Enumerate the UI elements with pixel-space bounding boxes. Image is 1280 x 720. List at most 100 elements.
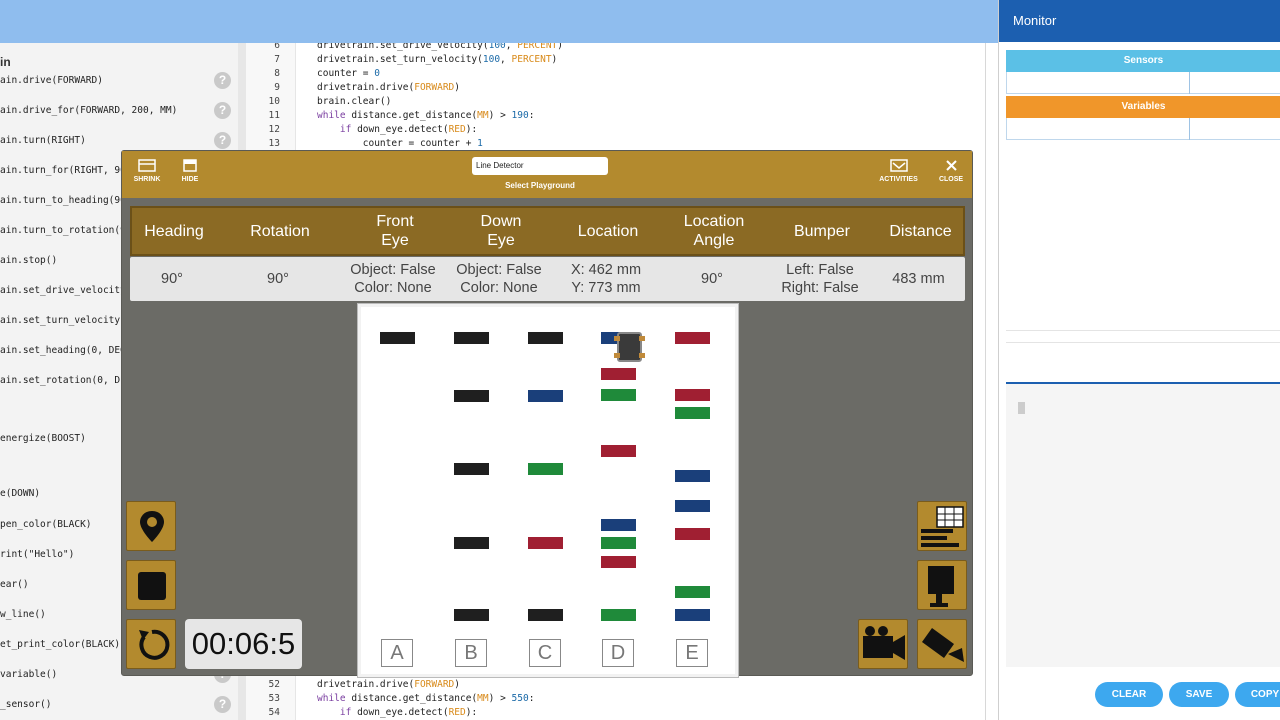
line-number: 52 <box>268 679 280 690</box>
palette-command[interactable]: rint("Hello") <box>0 549 74 560</box>
clear-button[interactable]: CLEAR <box>1095 682 1163 707</box>
camera-top-button[interactable] <box>917 560 967 610</box>
palette-command[interactable]: ain.set_drive_velocity( <box>0 285 132 296</box>
line-marker-red <box>675 332 710 344</box>
help-icon[interactable]: ? <box>214 132 231 149</box>
playground-window: SHRINK HIDE Line Detector Select Playgro… <box>121 150 973 677</box>
line-marker-blue <box>675 609 710 621</box>
line-marker-blue <box>601 519 636 531</box>
column-label: B <box>455 639 487 667</box>
palette-command[interactable]: energize(BOOST) <box>0 433 86 444</box>
palette-command[interactable]: ain.drive(FORWARD) <box>0 75 103 86</box>
code-line[interactable]: while distance.get_distance(MM) > 550: <box>317 693 534 704</box>
line-marker-red <box>601 556 636 568</box>
palette-command[interactable]: ain.turn_for(RIGHT, 90 <box>0 165 126 176</box>
palette-command[interactable]: et_print_color(BLACK) <box>0 639 120 650</box>
stop-button[interactable] <box>126 560 176 610</box>
pen-location-button[interactable] <box>126 501 176 551</box>
line-number: 54 <box>268 707 280 718</box>
code-line[interactable]: drivetrain.drive(FORWARD) <box>317 82 460 93</box>
help-icon[interactable]: ? <box>214 72 231 89</box>
camera-follow-button[interactable] <box>858 619 908 669</box>
shrink-icon <box>138 159 156 172</box>
sensor-header: Rotation <box>250 222 310 240</box>
palette-command[interactable]: ain.turn_to_heading(90 <box>0 195 126 206</box>
palette-command[interactable]: ain.turn_to_rotation(90 <box>0 225 132 236</box>
sensor-value: 90° <box>161 271 183 287</box>
hide-icon <box>183 159 197 172</box>
monitor-divider <box>1006 330 1280 331</box>
line-marker-red <box>528 537 563 549</box>
palette-command[interactable]: ain.drive_for(FORWARD, 200, MM) <box>0 105 177 116</box>
close-button[interactable]: CLOSE <box>936 159 966 183</box>
editor-ruler <box>985 43 986 720</box>
run-timer: 00:06:5 <box>185 619 302 669</box>
code-line[interactable]: if down_eye.detect(RED): <box>317 707 477 718</box>
line-number: 53 <box>268 693 280 704</box>
line-marker-black <box>454 463 489 475</box>
line-marker-black <box>454 390 489 402</box>
reset-button[interactable] <box>126 619 176 669</box>
code-line[interactable]: counter = 0 <box>317 68 380 79</box>
help-icon[interactable]: ? <box>214 102 231 119</box>
palette-command[interactable]: pen_color(BLACK) <box>0 519 92 530</box>
line-number: 13 <box>268 138 280 149</box>
palette-command[interactable]: w_line() <box>0 609 46 620</box>
hide-button[interactable]: HIDE <box>177 159 203 183</box>
palette-command[interactable]: e(DOWN) <box>0 488 40 499</box>
code-line[interactable]: drivetrain.set_drive_velocity(100, PERCE… <box>317 43 563 51</box>
sensor-value: X: 462 mm Y: 773 mm <box>570 262 642 296</box>
sensor-value-row: 90° 90° Object: False Color: None Object: Fa… <box>130 257 965 301</box>
line-marker-blue <box>675 470 710 482</box>
line-marker-black <box>528 609 563 621</box>
code-line[interactable]: while distance.get_distance(MM) > 190: <box>317 110 534 121</box>
robot-view-icon <box>928 566 954 607</box>
sensor-header: Down Eye <box>480 213 522 249</box>
line-number: 10 <box>268 96 280 107</box>
shrink-button[interactable]: SHRINK <box>132 159 162 183</box>
save-button[interactable]: SAVE <box>1169 682 1229 707</box>
palette-command[interactable]: ear() <box>0 579 29 590</box>
line-marker-black <box>454 609 489 621</box>
sensor-header-row: Heading Rotation Front Eye Down Eye Location Lo… <box>130 206 965 256</box>
variables-section-header[interactable]: Variables <box>1006 96 1280 118</box>
sensors-section-header[interactable]: Sensors <box>1006 50 1280 72</box>
palette-command[interactable]: ain.set_heading(0, DEG <box>0 345 126 356</box>
palette-header: in <box>0 55 11 69</box>
line-marker-green <box>601 537 636 549</box>
sensor-value: 90° <box>267 271 289 287</box>
close-label: CLOSE <box>938 176 964 183</box>
palette-command[interactable]: ain.set_rotation(0, DEG <box>0 375 132 386</box>
activities-label: ACTIVITIES <box>879 176 918 183</box>
line-number: 9 <box>274 82 280 93</box>
copy-button[interactable]: COPY <box>1235 682 1280 707</box>
reset-icon <box>139 629 170 660</box>
palette-command[interactable]: ain.stop() <box>0 255 57 266</box>
line-number: 6 <box>274 43 280 51</box>
activities-button[interactable]: ACTIVITIES <box>876 159 921 183</box>
playground-toolbar: SHRINK HIDE Line Detector Select Playgro… <box>122 151 972 198</box>
code-line[interactable]: if down_eye.detect(RED): <box>317 124 477 135</box>
help-icon[interactable]: ? <box>214 696 231 713</box>
code-line[interactable]: drivetrain.set_turn_velocity(100, PERCEN… <box>317 54 557 65</box>
line-marker-green <box>675 586 710 598</box>
playground-select[interactable]: Line Detector <box>472 157 608 175</box>
monitor-panel: Monitor Sensors Variables CLEAR SAVE COP… <box>998 0 1280 720</box>
sensor-header: Location Angle <box>683 213 745 249</box>
dashboard-toggle-button[interactable] <box>917 501 967 551</box>
line-marker-red <box>601 445 636 457</box>
code-line[interactable]: brain.clear() <box>317 96 391 107</box>
camera-aligned-button[interactable] <box>917 619 967 669</box>
palette-command[interactable]: ain.set_turn_velocity(5 <box>0 315 132 326</box>
line-number: 12 <box>268 124 280 135</box>
hide-label: HIDE <box>181 176 199 183</box>
palette-command[interactable]: _sensor() <box>0 699 51 710</box>
palette-command[interactable]: variable() <box>0 669 57 680</box>
code-line[interactable]: drivetrain.drive(FORWARD) <box>317 679 460 690</box>
palette-command[interactable]: ain.turn(RIGHT) <box>0 135 86 146</box>
code-line[interactable]: counter = counter + 1 <box>317 138 483 149</box>
line-marker-blue <box>675 500 710 512</box>
close-icon <box>945 160 957 171</box>
line-marker-red <box>601 368 636 380</box>
print-console[interactable] <box>1006 382 1280 667</box>
